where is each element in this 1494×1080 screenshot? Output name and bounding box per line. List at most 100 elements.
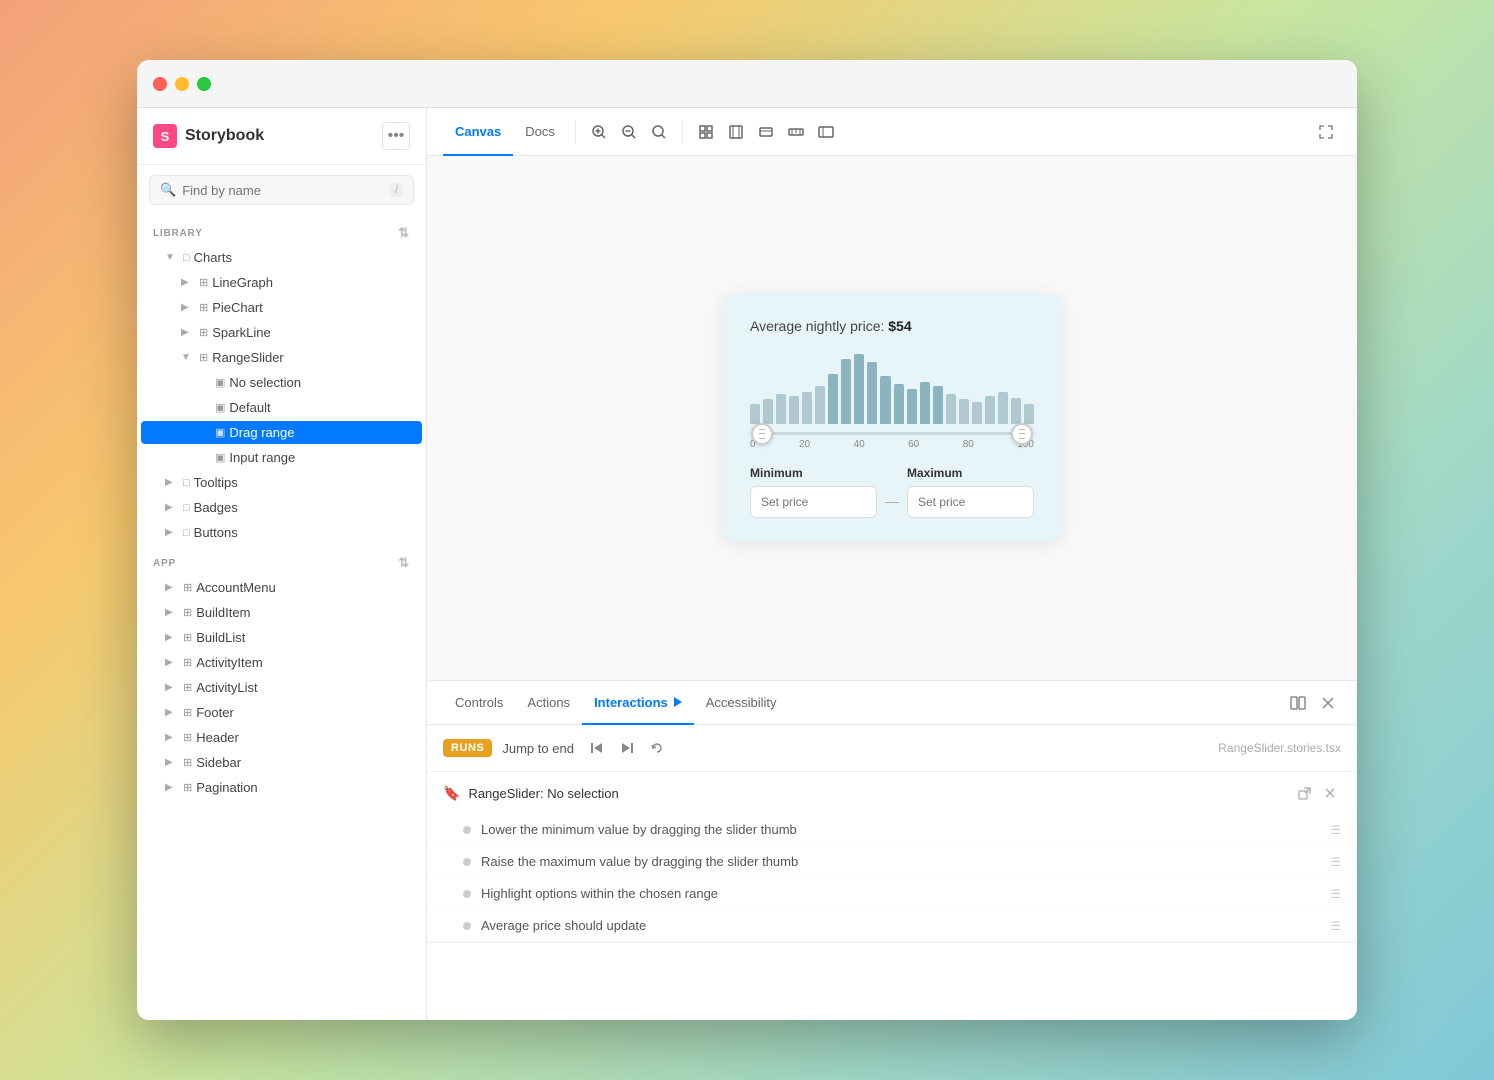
chevron-right-icon: ▶ <box>165 757 179 768</box>
tab-controls[interactable]: Controls <box>443 681 515 725</box>
jump-to-end-button[interactable]: Jump to end <box>502 741 574 756</box>
measure-button[interactable] <box>781 117 811 147</box>
zoom-out-icon <box>621 124 637 140</box>
maximum-input-group: Maximum <box>907 466 1034 518</box>
sidebar-item-activityitem[interactable]: ▶ ⊞ ActivityItem <box>141 651 422 674</box>
chevron-right-icon: ▶ <box>181 327 195 338</box>
tab-accessibility[interactable]: Accessibility <box>694 681 789 725</box>
chart-bar <box>750 404 760 424</box>
sidebar-item-no-selection[interactable]: ▣ No selection <box>141 371 422 394</box>
sidebar-item-drag-range[interactable]: ▣ Drag range <box>141 421 422 444</box>
sidebar-item-pagination[interactable]: ▶ ⊞ Pagination <box>141 776 422 799</box>
panel-split-button[interactable] <box>1285 690 1311 716</box>
search-shortcut: / <box>390 183 403 197</box>
search-bar[interactable]: 🔍 / <box>149 175 414 205</box>
sidebar-header: S Storybook ••• <box>137 108 426 165</box>
search-input[interactable] <box>182 183 384 198</box>
fullscreen-icon <box>1318 124 1334 140</box>
replay-button[interactable] <box>644 735 670 761</box>
chevron-right-icon: ▶ <box>165 682 179 693</box>
split-icon <box>1290 695 1306 711</box>
panel-close-button[interactable] <box>1315 690 1341 716</box>
component-icon: ⊞ <box>199 276 208 289</box>
grid-button[interactable] <box>691 117 721 147</box>
sidebar-item-footer[interactable]: ▶ ⊞ Footer <box>141 701 422 724</box>
fullscreen-preview-icon <box>818 124 834 140</box>
sidebar-item-rangeslider[interactable]: ▼ ⊞ RangeSlider <box>141 346 422 369</box>
sidebar-item-accountmenu[interactable]: ▶ ⊞ AccountMenu <box>141 576 422 599</box>
sidebar-item-default[interactable]: ▣ Default <box>141 396 422 419</box>
chevron-down-icon: ▼ <box>165 252 179 263</box>
sidebar-item-piechart[interactable]: ▶ ⊞ PieChart <box>141 296 422 319</box>
chevron-right-icon: ▶ <box>165 782 179 793</box>
component-icon: ⊞ <box>183 631 192 644</box>
sidebar-item-charts[interactable]: ▼ □ Charts <box>141 246 422 269</box>
step-forward-button[interactable] <box>614 735 640 761</box>
zoom-reset-button[interactable] <box>644 117 674 147</box>
maximum-input[interactable] <box>907 486 1034 518</box>
sidebar-menu-button[interactable]: ••• <box>382 122 410 150</box>
sidebar-item-label: Tooltips <box>194 475 414 490</box>
tab-canvas[interactable]: Canvas <box>443 108 513 156</box>
sidebar: S Storybook ••• 🔍 / LIBRARY ⇅ ▼ □ Charts <box>137 108 427 1020</box>
slider-thumb-left[interactable] <box>751 423 773 445</box>
outline-button[interactable] <box>721 117 751 147</box>
fullscreen-button[interactable] <box>1311 117 1341 147</box>
minimum-input[interactable] <box>750 486 877 518</box>
test-group-header[interactable]: 🔖 RangeSlider: No selection <box>427 772 1357 814</box>
titlebar <box>137 60 1357 108</box>
sidebar-item-tooltips[interactable]: ▶ □ Tooltips <box>141 471 422 494</box>
sort-icon[interactable]: ⇅ <box>398 225 410 241</box>
tab-docs[interactable]: Docs <box>513 108 567 156</box>
grid-icon <box>698 124 714 140</box>
bottom-panel: Controls Actions Interactions Accessibil… <box>427 680 1357 1020</box>
sidebar-item-label: Pagination <box>196 780 414 795</box>
background-button[interactable] <box>751 117 781 147</box>
minimize-button[interactable] <box>175 77 189 91</box>
sidebar-item-label: AccountMenu <box>196 580 414 595</box>
close-button[interactable] <box>153 77 167 91</box>
step-back-icon <box>590 741 604 755</box>
sidebar-item-sparkline[interactable]: ▶ ⊞ SparkLine <box>141 321 422 344</box>
sidebar-item-buttons[interactable]: ▶ □ Buttons <box>141 521 422 544</box>
slider-thumb-right[interactable] <box>1011 423 1033 445</box>
maximize-button[interactable] <box>197 77 211 91</box>
sort-icon[interactable]: ⇅ <box>398 555 410 571</box>
chart-bar <box>998 392 1008 424</box>
sidebar-item-label: Header <box>196 730 414 745</box>
tab-actions[interactable]: Actions <box>515 681 582 725</box>
sidebar-item-badges[interactable]: ▶ □ Badges <box>141 496 422 519</box>
step-text: Lower the minimum value by dragging the … <box>481 822 1320 837</box>
step-details-icon[interactable]: ☰ <box>1330 887 1341 901</box>
sidebar-item-label: Badges <box>194 500 414 515</box>
card-title: Average nightly price: $54 <box>750 318 1034 334</box>
sidebar-item-linegraph[interactable]: ▶ ⊞ LineGraph <box>141 271 422 294</box>
interactions-content: RUNS Jump to end <box>427 725 1357 1020</box>
chevron-right-icon: ▶ <box>165 477 179 488</box>
close-group-icon[interactable] <box>1319 782 1341 804</box>
slider-track[interactable] <box>762 432 1022 435</box>
sidebar-item-header[interactable]: ▶ ⊞ Header <box>141 726 422 749</box>
zoom-in-button[interactable] <box>584 117 614 147</box>
open-external-icon[interactable] <box>1293 782 1315 804</box>
zoom-out-button[interactable] <box>614 117 644 147</box>
sidebar-item-label: ActivityList <box>196 680 414 695</box>
folder-icon: □ <box>183 502 190 514</box>
sidebar-item-input-range[interactable]: ▣ Input range <box>141 446 422 469</box>
toolbar-divider <box>575 120 576 144</box>
step-dot <box>463 890 471 898</box>
chevron-right-icon: ▶ <box>181 302 195 313</box>
sidebar-item-sidebar-comp[interactable]: ▶ ⊞ Sidebar <box>141 751 422 774</box>
fullscreen-preview-button[interactable] <box>811 117 841 147</box>
maximum-label: Maximum <box>907 466 1034 480</box>
step-text: Highlight options within the chosen rang… <box>481 886 1320 901</box>
sidebar-item-buildlist[interactable]: ▶ ⊞ BuildList <box>141 626 422 649</box>
sidebar-item-builditem[interactable]: ▶ ⊞ BuildItem <box>141 601 422 624</box>
step-back-button[interactable] <box>584 735 610 761</box>
tab-interactions[interactable]: Interactions <box>582 681 694 725</box>
chart-bar <box>880 376 890 424</box>
sidebar-item-activitylist[interactable]: ▶ ⊞ ActivityList <box>141 676 422 699</box>
step-details-icon[interactable]: ☰ <box>1330 823 1341 837</box>
step-details-icon[interactable]: ☰ <box>1330 855 1341 869</box>
step-details-icon[interactable]: ☰ <box>1330 919 1341 933</box>
